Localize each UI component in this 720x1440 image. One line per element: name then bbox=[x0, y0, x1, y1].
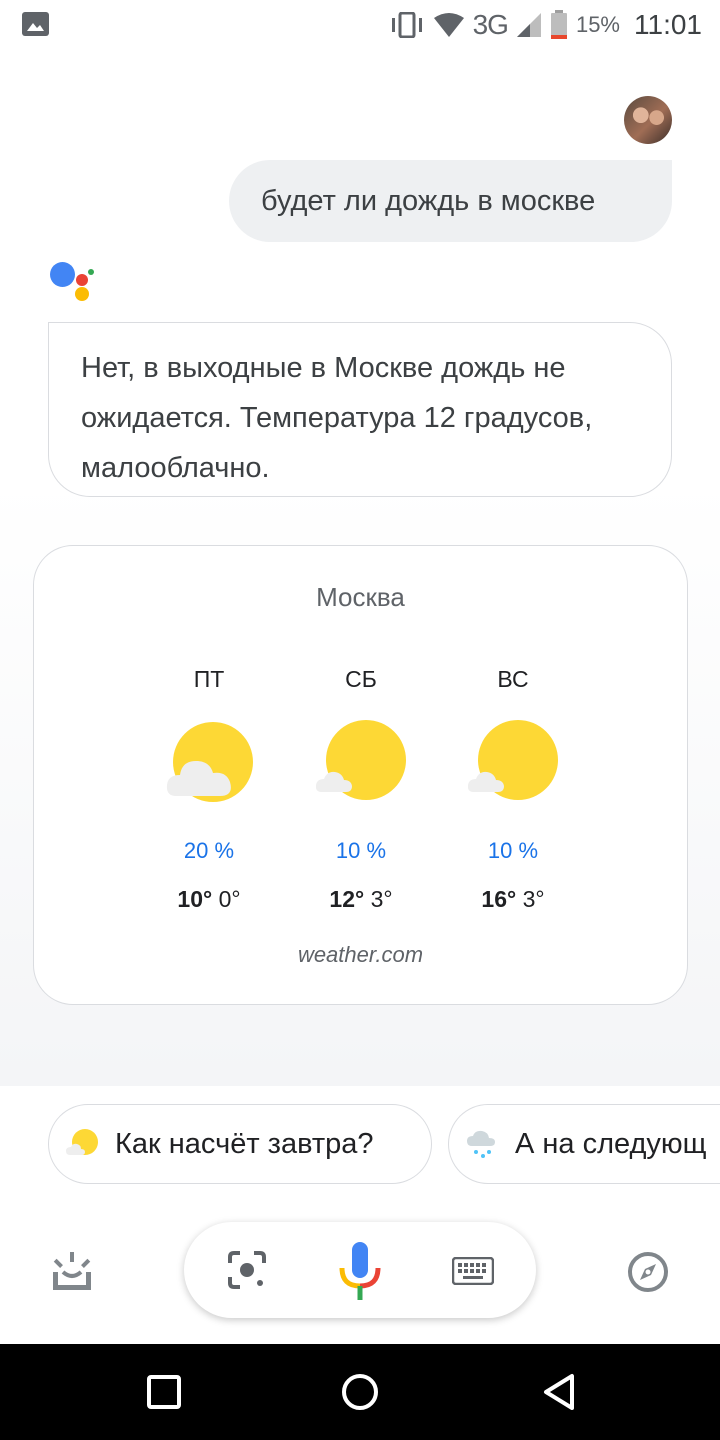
vibrate-icon bbox=[391, 12, 422, 38]
temperature-range: 10° 0° bbox=[139, 886, 279, 913]
day-name: ВС bbox=[497, 666, 529, 692]
precip-chance: 10 % bbox=[487, 838, 539, 863]
recents-button[interactable] bbox=[140, 1368, 188, 1416]
rain-icon bbox=[465, 1126, 501, 1162]
network-type: 3G bbox=[472, 9, 509, 40]
user-query-bubble: будет ли дождь в москве bbox=[229, 160, 672, 242]
assistant-bottom-bar bbox=[0, 1210, 720, 1344]
forecast-day-sat: СБ 10 % 12° 3° bbox=[291, 666, 431, 913]
precip-chance: 20 % bbox=[183, 838, 235, 863]
assistant-response-text: Нет, в выходные в Москве дождь не ожидае… bbox=[81, 352, 593, 484]
suggestion-chip-tomorrow[interactable]: Как насчёт завтра? bbox=[48, 1104, 432, 1184]
mostly-cloudy-icon bbox=[164, 720, 254, 810]
weather-city: Москва bbox=[316, 582, 405, 612]
status-bar: 3G 15% 11:01 bbox=[0, 0, 720, 50]
user-avatar[interactable] bbox=[624, 96, 672, 144]
partly-sunny-icon bbox=[315, 720, 406, 810]
compass-icon[interactable] bbox=[627, 1251, 669, 1293]
status-indicators: 3G 15% 11:01 bbox=[389, 8, 702, 42]
temp-low: 3° bbox=[522, 886, 545, 912]
lens-icon[interactable] bbox=[227, 1250, 267, 1290]
assistant-response-bubble: Нет, в выходные в Москве дождь не ожидае… bbox=[48, 322, 672, 497]
partly-sunny-icon bbox=[467, 720, 558, 810]
temp-high: 12° bbox=[329, 886, 365, 912]
partly-sunny-icon bbox=[65, 1126, 101, 1162]
day-name: ПТ bbox=[193, 666, 225, 692]
clock: 11:01 bbox=[634, 9, 702, 40]
user-query-text: будет ли дождь в москве bbox=[261, 184, 596, 217]
suggestion-label: А на следующ bbox=[515, 1127, 707, 1160]
weather-card[interactable]: Москва ПТ 20 % 10° 0° СБ 10 % 12° 3° ВС bbox=[33, 545, 688, 1005]
android-nav-bar bbox=[0, 1344, 720, 1440]
forecast-day-sun: ВС 10 % 16° 3° bbox=[443, 666, 583, 913]
keyboard-icon[interactable] bbox=[451, 1256, 495, 1286]
forecast-day-fri: ПТ 20 % 10° 0° bbox=[139, 666, 279, 913]
gallery-notification-icon bbox=[22, 12, 49, 36]
home-button[interactable] bbox=[336, 1368, 384, 1416]
precip-chance: 10 % bbox=[335, 838, 387, 863]
temp-high: 10° bbox=[177, 886, 213, 912]
suggestion-label: Как насчёт завтра? bbox=[115, 1127, 374, 1160]
temp-low: 0° bbox=[218, 886, 241, 912]
battery-icon bbox=[550, 10, 567, 39]
temperature-range: 12° 3° bbox=[291, 886, 431, 913]
temp-low: 3° bbox=[370, 886, 393, 912]
signal-icon bbox=[516, 13, 541, 37]
weather-source-link[interactable]: weather.com bbox=[34, 942, 687, 968]
mic-icon[interactable] bbox=[339, 1242, 381, 1302]
input-controls bbox=[184, 1222, 536, 1318]
google-assistant-logo bbox=[48, 260, 98, 304]
wifi-icon bbox=[433, 13, 464, 37]
temp-high: 16° bbox=[481, 886, 517, 912]
back-button[interactable] bbox=[536, 1368, 584, 1416]
battery-percent: 15% bbox=[575, 12, 620, 37]
temperature-range: 16° 3° bbox=[443, 886, 583, 913]
day-name: СБ bbox=[345, 666, 377, 692]
suggestion-chip-next[interactable]: А на следующ bbox=[448, 1104, 720, 1184]
updates-icon[interactable] bbox=[50, 1250, 94, 1294]
